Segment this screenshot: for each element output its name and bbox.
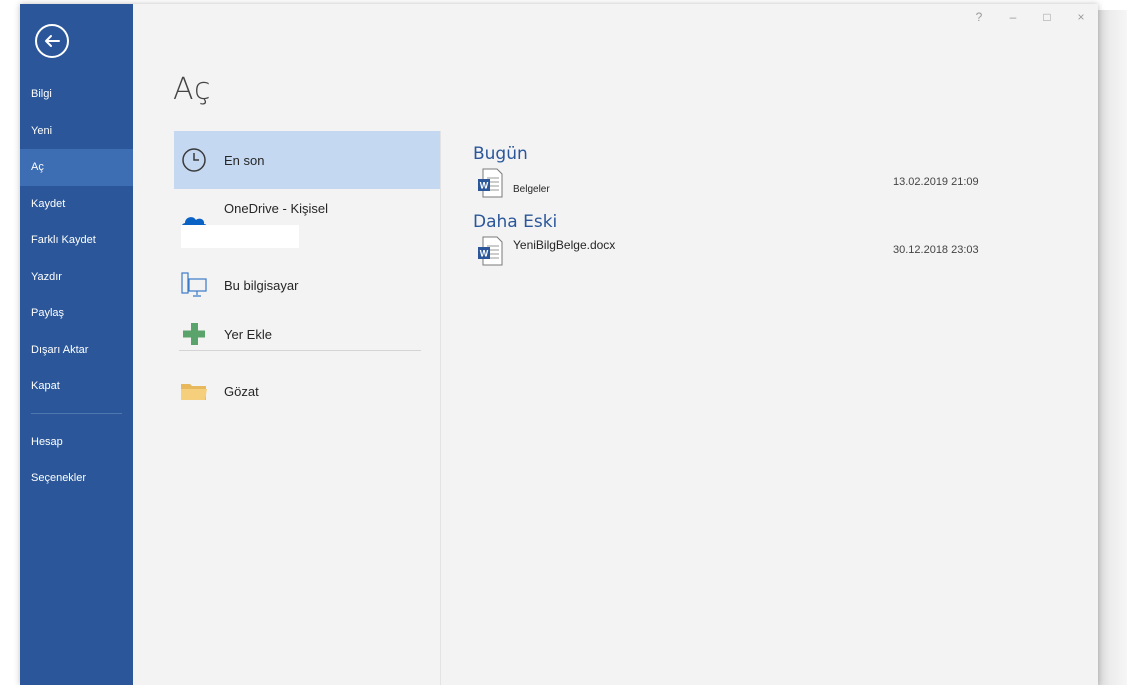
nav-item-farkli-kaydet[interactable]: Farklı Kaydet (20, 222, 133, 259)
place-this-pc[interactable]: Bu bilgisayar (174, 257, 441, 313)
window-controls: ? – □ × (962, 4, 1098, 30)
minimize-button[interactable]: – (996, 4, 1030, 30)
backstage-nav: Bilgi Yeni Aç Kaydet Farklı Kaydet Yazdı… (20, 4, 133, 685)
svg-text:W: W (480, 249, 489, 259)
help-button[interactable]: ? (962, 4, 996, 30)
column-separator (440, 131, 441, 685)
back-button[interactable] (35, 24, 69, 58)
doc-date: 30.12.2018 23:03 (893, 244, 979, 256)
backstage-window: Bilgi Yeni Aç Kaydet Farklı Kaydet Yazdı… (20, 4, 1098, 685)
nav-item-yazdir[interactable]: Yazdır (20, 259, 133, 296)
group-title-today: Bugün (473, 144, 528, 164)
place-add[interactable]: Yer Ekle (174, 313, 441, 355)
nav-item-yeni[interactable]: Yeni (20, 113, 133, 150)
doc-date: 13.02.2019 21:09 (893, 176, 979, 188)
doc-name: Belgeler (513, 184, 550, 195)
group-title-older: Daha Eski (473, 212, 558, 232)
place-recent[interactable]: En son (174, 131, 441, 189)
nav-item-bilgi[interactable]: Bilgi (20, 76, 133, 113)
plus-icon (179, 319, 209, 349)
places-spacer (174, 355, 441, 369)
nav-list: Bilgi Yeni Aç Kaydet Farklı Kaydet Yazdı… (20, 76, 133, 497)
word-doc-icon: W (477, 168, 503, 198)
clock-icon (179, 145, 209, 175)
nav-item-kapat[interactable]: Kapat (20, 368, 133, 405)
nav-item-paylas[interactable]: Paylaş (20, 295, 133, 332)
recent-doc-row[interactable]: W YeniBilgBelge.docx 30.12.2018 23:03 (473, 236, 1073, 280)
place-label: Yer Ekle (224, 326, 272, 342)
folder-icon (179, 376, 209, 406)
back-arrow-icon (45, 35, 60, 47)
computer-icon (179, 270, 209, 300)
doc-name: YeniBilgBelge.docx (513, 238, 616, 252)
nav-item-disari-aktar[interactable]: Dışarı Aktar (20, 332, 133, 369)
nav-item-ac[interactable]: Aç (20, 149, 133, 186)
window-shadow (1098, 10, 1127, 685)
nav-item-kaydet[interactable]: Kaydet (20, 186, 133, 223)
place-label: Bu bilgisayar (224, 277, 299, 293)
recent-doc-row[interactable]: W Belgeler 13.02.2019 21:09 (473, 168, 1073, 212)
places-list: En son OneDrive - Kişisel Bu bilgisayar … (174, 131, 441, 413)
places-divider (179, 350, 421, 351)
nav-item-hesap[interactable]: Hesap (20, 424, 133, 461)
place-label: OneDrive - Kişisel (224, 201, 329, 216)
place-label: Gözat (224, 383, 259, 399)
place-browse[interactable]: Gözat (174, 369, 441, 413)
nav-divider (31, 412, 122, 414)
place-label: En son (224, 152, 265, 168)
onedrive-account-box (181, 225, 299, 248)
word-doc-icon: W (477, 236, 503, 266)
recent-documents: Bugün W Belgeler 13.02.2019 21:09 Daha E… (473, 144, 1073, 280)
main-content: ? – □ × Aç En son OneDrive - Kişisel Bu … (133, 4, 1098, 685)
nav-item-secenekler[interactable]: Seçenekler (20, 460, 133, 497)
svg-text:W: W (480, 181, 489, 191)
page-title: Aç (173, 72, 212, 107)
close-button[interactable]: × (1064, 4, 1098, 30)
maximize-button[interactable]: □ (1030, 4, 1064, 30)
